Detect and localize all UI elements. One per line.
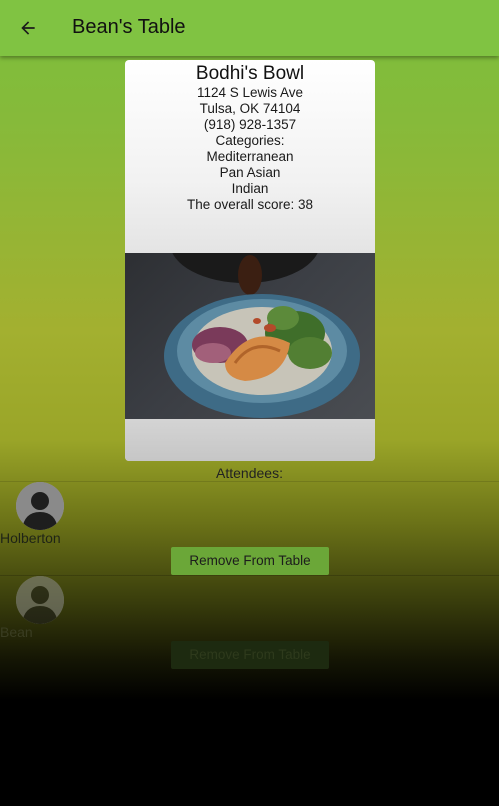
avatar xyxy=(16,576,64,624)
restaurant-card[interactable]: Bodhi's Bowl 1124 S Lewis Ave Tulsa, OK … xyxy=(125,60,375,461)
card-footer xyxy=(125,419,375,461)
restaurant-street: 1124 S Lewis Ave xyxy=(196,85,304,100)
divider xyxy=(0,481,499,482)
restaurant-phone: (918) 928-1357 xyxy=(203,117,297,132)
remove-from-table-button[interactable]: Remove From Table xyxy=(171,641,329,669)
app-bar: Bean's Table xyxy=(0,0,499,56)
food-bowl-image xyxy=(164,253,360,418)
category-item: Pan Asian xyxy=(219,165,281,180)
page-title: Bean's Table xyxy=(72,16,186,38)
overall-score: The overall score: 38 xyxy=(186,197,314,212)
attendees-label: Attendees: xyxy=(216,465,283,481)
attendee-name: Bean xyxy=(0,624,33,640)
restaurant-photo xyxy=(125,253,375,419)
restaurant-city: Tulsa, OK 74104 xyxy=(199,101,301,116)
back-button[interactable] xyxy=(12,12,44,44)
arrow-left-icon xyxy=(21,21,35,35)
avatar xyxy=(16,482,64,530)
divider xyxy=(0,575,499,576)
person-icon xyxy=(16,576,64,624)
attendee-name: Holberton xyxy=(0,530,61,546)
category-item: Mediterranean xyxy=(206,149,294,164)
person-icon xyxy=(16,482,64,530)
categories-label: Categories: xyxy=(215,133,285,148)
remove-from-table-button[interactable]: Remove From Table xyxy=(171,547,329,575)
restaurant-info: Bodhi's Bowl 1124 S Lewis Ave Tulsa, OK … xyxy=(125,60,375,253)
category-item: Indian xyxy=(231,181,269,196)
restaurant-name: Bodhi's Bowl xyxy=(195,63,305,84)
